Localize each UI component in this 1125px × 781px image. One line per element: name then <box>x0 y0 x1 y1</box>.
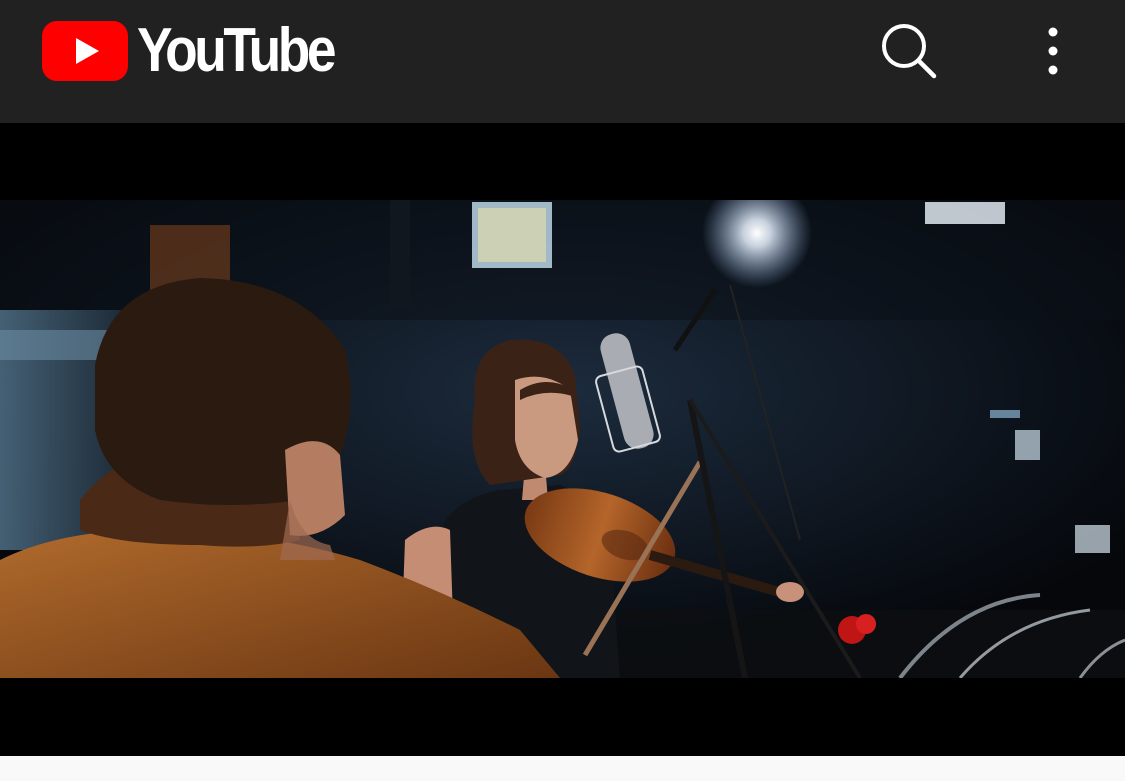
search-icon <box>882 24 937 79</box>
video-frame[interactable] <box>0 200 1125 678</box>
more-options-button[interactable] <box>1030 20 1076 82</box>
below-player-area <box>0 756 1125 781</box>
youtube-play-icon <box>42 21 128 81</box>
video-player[interactable] <box>0 123 1125 756</box>
youtube-logo[interactable]: YouTube <box>42 20 365 82</box>
search-button[interactable] <box>878 20 940 82</box>
app-bar: YouTube <box>0 0 1125 123</box>
video-scene-image <box>0 200 1125 678</box>
logo-wordmark: YouTube <box>137 16 337 85</box>
more-vert-icon <box>1048 27 1058 75</box>
